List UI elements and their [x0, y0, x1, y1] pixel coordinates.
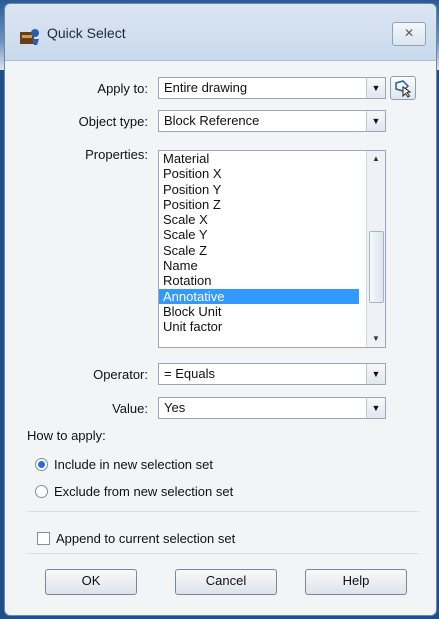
include-radio[interactable]	[35, 458, 48, 471]
exclude-radio[interactable]	[35, 485, 48, 498]
list-item[interactable]: Position Z	[159, 197, 359, 212]
list-item[interactable]: Annotative	[159, 288, 359, 304]
ok-button[interactable]: OK	[45, 569, 137, 595]
scroll-up-icon[interactable]: ▲	[367, 151, 385, 167]
exclude-radio-option[interactable]: Exclude from new selection set	[35, 484, 233, 499]
apply-to-value: Entire drawing	[164, 80, 248, 95]
chevron-down-icon: ▼	[366, 364, 385, 384]
operator-value: = Equals	[164, 366, 215, 381]
chevron-down-icon: ▼	[366, 398, 385, 418]
apply-to-dropdown[interactable]: Entire drawing ▼	[158, 77, 386, 99]
chevron-down-icon: ▼	[366, 111, 385, 131]
properties-listbox[interactable]: Material Position X Position Y Position Z Sc…	[158, 150, 386, 348]
how-to-apply-label: How to apply:	[27, 428, 106, 443]
list-item[interactable]: Unit factor	[159, 319, 359, 334]
close-button[interactable]: ✕	[392, 22, 426, 46]
list-item[interactable]: Scale Z	[159, 243, 359, 258]
close-icon: ✕	[403, 26, 415, 40]
operator-label: Operator:	[93, 367, 148, 382]
include-radio-option[interactable]: Include in new selection set	[35, 457, 213, 472]
properties-label: Properties:	[85, 147, 148, 162]
append-label: Append to current selection set	[56, 531, 236, 546]
quick-select-dialog: Quick Select ✕ Apply to: Entire drawing …	[4, 3, 437, 616]
help-button[interactable]: Help	[305, 569, 407, 595]
list-item[interactable]: Position Y	[159, 182, 359, 197]
object-type-label: Object type:	[78, 114, 148, 129]
include-radio-label: Include in new selection set	[54, 457, 213, 472]
list-item[interactable]: Material	[159, 151, 359, 166]
scroll-down-icon[interactable]: ▼	[367, 331, 385, 347]
list-item[interactable]: Block Unit	[159, 304, 359, 319]
append-option[interactable]: Append to current selection set	[37, 531, 235, 546]
list-item[interactable]: Name	[159, 258, 359, 273]
object-type-value: Block Reference	[164, 113, 260, 128]
cancel-button[interactable]: Cancel	[175, 569, 277, 595]
value-label: Value:	[112, 401, 148, 416]
title-bar: Quick Select ✕	[5, 4, 436, 61]
exclude-radio-label: Exclude from new selection set	[54, 484, 234, 499]
list-item[interactable]: Position X	[159, 166, 359, 181]
list-item[interactable]: Scale Y	[159, 227, 359, 242]
operator-dropdown[interactable]: = Equals ▼	[158, 363, 386, 385]
value-dropdown[interactable]: Yes ▼	[158, 397, 386, 419]
quick-select-app-icon	[20, 29, 39, 45]
divider	[27, 511, 419, 512]
select-objects-button[interactable]	[390, 76, 416, 100]
dialog-content: Apply to: Entire drawing ▼ Object type: …	[5, 61, 436, 615]
properties-scrollbar[interactable]: ▲ ▼	[366, 151, 385, 347]
append-checkbox[interactable]	[37, 532, 50, 545]
dialog-title: Quick Select	[47, 25, 126, 41]
list-item[interactable]: Rotation	[159, 273, 359, 288]
list-item[interactable]: Scale X	[159, 212, 359, 227]
select-objects-icon	[395, 80, 412, 98]
chevron-down-icon: ▼	[366, 78, 385, 98]
object-type-dropdown[interactable]: Block Reference ▼	[158, 110, 386, 132]
properties-list: Material Position X Position Y Position Z Sc…	[159, 151, 385, 335]
apply-to-label: Apply to:	[97, 81, 148, 96]
value-value: Yes	[164, 400, 186, 415]
scroll-thumb[interactable]	[369, 231, 384, 303]
divider	[27, 553, 419, 554]
